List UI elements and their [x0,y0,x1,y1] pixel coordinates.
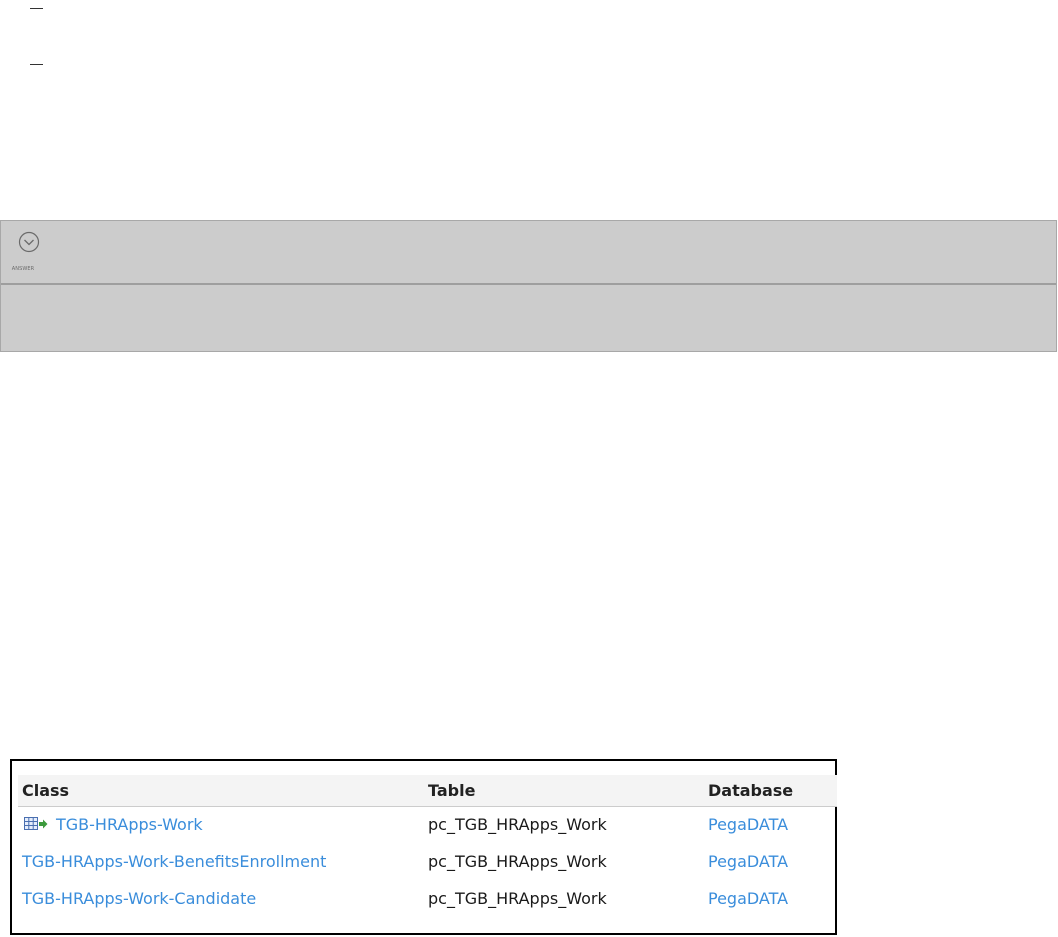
class-group-icon [24,816,48,835]
class-link[interactable]: TGB-HRApps-Work [56,815,203,834]
class-cell: TGB-HRApps-Work-Candidate [18,880,424,917]
option-marker-2 [30,64,43,65]
answer-panel-header: ANSWER [1,221,1056,285]
table-row: TGB-HRApps-Work pc_TGB_HRApps_Work PegaD… [18,806,837,843]
database-link[interactable]: PegaDATA [708,852,788,871]
table-header-row: Class Table Database [18,775,837,807]
column-header-class: Class [18,775,424,807]
answer-toggle-button[interactable]: ANSWER [11,231,47,272]
class-table-figure: Class Table Database TGB-HRApps-Work pc_… [10,759,837,935]
answer-toggle-label: ANSWER [11,266,35,272]
table-name-cell: pc_TGB_HRApps_Work [428,889,607,908]
database-link[interactable]: PegaDATA [708,815,788,834]
chevron-down-circle-icon [18,231,40,253]
option-marker-1 [30,8,43,9]
table-name-cell: pc_TGB_HRApps_Work [428,852,607,871]
answer-panel: ANSWER [0,220,1057,352]
class-cell: TGB-HRApps-Work [18,806,424,843]
database-link[interactable]: PegaDATA [708,889,788,908]
column-header-database: Database [700,775,837,807]
table-row: TGB-HRApps-Work-Candidate pc_TGB_HRApps_… [18,880,837,917]
table-name-cell: pc_TGB_HRApps_Work [428,815,607,835]
class-link[interactable]: TGB-HRApps-Work-Candidate [22,889,256,908]
column-header-table: Table [424,775,700,807]
table-row: TGB-HRApps-Work-BenefitsEnrollment pc_TG… [18,843,837,880]
class-table: Class Table Database TGB-HRApps-Work pc_… [18,775,837,917]
class-link[interactable]: TGB-HRApps-Work-BenefitsEnrollment [22,852,326,871]
answer-panel-body [1,285,1056,349]
class-cell: TGB-HRApps-Work-BenefitsEnrollment [18,843,424,880]
